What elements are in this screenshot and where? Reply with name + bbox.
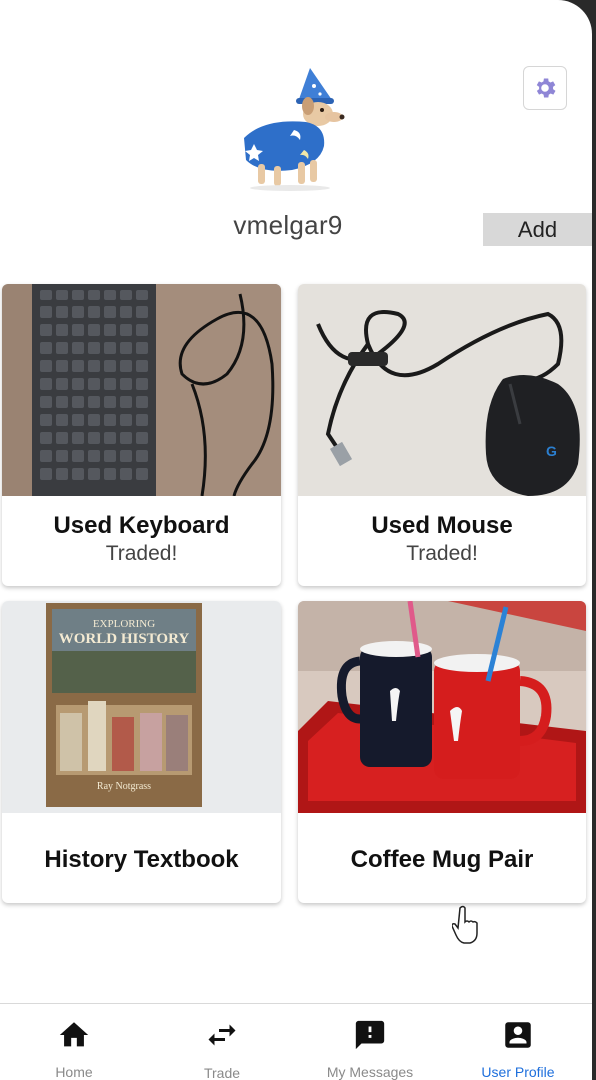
avatar[interactable] [224,60,358,194]
item-status: Traded! [406,542,478,565]
nav-label: User Profile [481,1064,555,1080]
bottom-nav: Home Trade My Messages User Profile [0,1003,592,1080]
settings-button[interactable] [523,66,567,110]
item-title: Used Mouse [371,512,513,539]
item-title: Coffee Mug Pair [350,846,534,873]
message-alert-icon [352,1017,388,1052]
item-title: Used Keyboard [53,512,230,539]
book-title-line2: WORLD HISTORY [59,631,190,647]
nav-messages[interactable]: My Messages [296,1004,444,1080]
book-title-line1: EXPLORING [93,618,155,630]
item-card[interactable]: EXPLORING WORLD HISTORY Ray Notgrass His… [2,601,281,903]
nav-label: My Messages [326,1064,414,1080]
nav-home[interactable]: Home [0,1004,148,1080]
item-title: History Textbook [44,846,239,873]
home-icon [56,1017,92,1052]
item-image-textbook: EXPLORING WORLD HISTORY Ray Notgrass [2,601,281,813]
item-card[interactable]: Used Keyboard Traded! [2,284,281,586]
username: vmelgar9 [233,210,343,240]
book-author: Ray Notgrass [97,781,151,792]
add-button[interactable]: Add [483,213,592,246]
item-status: Traded! [105,542,178,565]
item-card[interactable]: Coffee Mug Pair [298,601,586,903]
nav-label: Trade [203,1065,241,1080]
item-image-mouse: G [298,284,586,496]
swap-arrows-icon [204,1017,240,1053]
hand-cursor-icon [452,905,478,944]
account-box-icon [500,1017,536,1052]
app-screen: vmelgar9 Add Used Keyboard Traded! G Use… [0,0,592,1080]
nav-trade[interactable]: Trade [148,1004,296,1080]
item-image-mugs [298,601,586,813]
nav-user-profile[interactable]: User Profile [444,1004,592,1080]
item-image-keyboard [2,284,281,496]
nav-label: Home [55,1064,93,1080]
gear-icon [536,78,556,98]
item-card[interactable]: G Used Mouse Traded! [298,284,586,586]
svg-text:G: G [546,443,557,459]
